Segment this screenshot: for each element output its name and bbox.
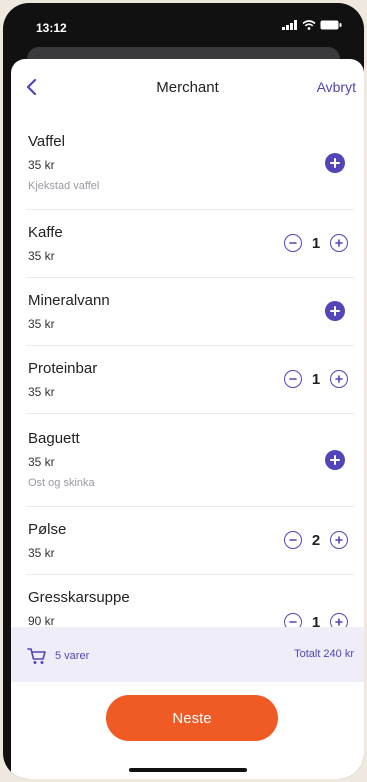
status-bar: 13:12 bbox=[3, 3, 364, 47]
cancel-button[interactable]: Avbryt bbox=[317, 79, 356, 95]
cart-icon bbox=[27, 648, 46, 664]
cart-summary-bar: 5 varer Totalt 240 kr bbox=[11, 627, 364, 682]
plus-icon bbox=[335, 239, 343, 247]
item-name: Mineralvann bbox=[28, 292, 110, 309]
quantity-value: 2 bbox=[311, 531, 321, 549]
cart-item-count: 5 varer bbox=[55, 650, 90, 662]
quantity-value: 1 bbox=[311, 370, 321, 388]
plus-icon bbox=[330, 158, 340, 168]
list-item: Gresskarsuppe 90 kr 1 bbox=[26, 575, 354, 627]
list-item: Pølse 35 kr 2 bbox=[26, 507, 354, 575]
product-list[interactable]: Vaffel 35 kr Kjekstad vaffel Kaffe 35 kr… bbox=[11, 117, 364, 627]
item-description: Ost og skinka bbox=[28, 477, 95, 489]
minus-icon bbox=[289, 378, 297, 380]
battery-icon bbox=[320, 20, 342, 30]
phone-frame: 13:12 Merchant Avbryt Vaffel 35 kr Kjeks… bbox=[3, 3, 364, 779]
wifi-icon bbox=[302, 20, 316, 30]
item-name: Baguett bbox=[28, 430, 80, 447]
item-price: 35 kr bbox=[28, 317, 55, 331]
cart-button[interactable]: 5 varer bbox=[27, 647, 89, 665]
item-price: 35 kr bbox=[28, 249, 55, 263]
decrease-button[interactable] bbox=[284, 234, 302, 252]
plus-icon bbox=[335, 375, 343, 383]
quantity-value: 1 bbox=[311, 234, 321, 252]
status-icons bbox=[282, 20, 342, 30]
decrease-button[interactable] bbox=[284, 531, 302, 549]
add-button[interactable] bbox=[325, 450, 345, 470]
status-time: 13:12 bbox=[36, 21, 67, 35]
list-item: Proteinbar 35 kr 1 bbox=[26, 346, 354, 414]
list-item: Baguett 35 kr Ost og skinka bbox=[26, 414, 354, 507]
minus-icon bbox=[289, 242, 297, 244]
item-price: 35 kr bbox=[28, 385, 55, 399]
item-description: Kjekstad vaffel bbox=[28, 180, 100, 192]
list-item: Kaffe 35 kr 1 bbox=[26, 210, 354, 278]
increase-button[interactable] bbox=[330, 370, 348, 388]
list-item: Vaffel 35 kr Kjekstad vaffel bbox=[26, 117, 354, 210]
page-title: Merchant bbox=[156, 79, 219, 96]
add-button[interactable] bbox=[325, 153, 345, 173]
quantity-stepper: 2 bbox=[284, 531, 348, 549]
item-price: 90 kr bbox=[28, 614, 55, 627]
increase-button[interactable] bbox=[330, 613, 348, 627]
item-name: Pølse bbox=[28, 521, 67, 538]
next-button[interactable]: Neste bbox=[106, 695, 278, 741]
decrease-button[interactable] bbox=[284, 370, 302, 388]
cart-total: Totalt 240 kr bbox=[294, 648, 354, 660]
item-name: Vaffel bbox=[28, 133, 65, 150]
nav-bar: Merchant Avbryt bbox=[11, 59, 364, 117]
item-price: 35 kr bbox=[28, 158, 55, 172]
plus-icon bbox=[335, 536, 343, 544]
order-sheet: Merchant Avbryt Vaffel 35 kr Kjekstad va… bbox=[11, 59, 364, 779]
increase-button[interactable] bbox=[330, 531, 348, 549]
list-item: Mineralvann 35 kr bbox=[26, 278, 354, 346]
item-name: Gresskarsuppe bbox=[28, 589, 130, 606]
plus-icon bbox=[330, 455, 340, 465]
quantity-value: 1 bbox=[311, 613, 321, 628]
quantity-stepper: 1 bbox=[284, 613, 348, 627]
item-name: Proteinbar bbox=[28, 360, 98, 377]
minus-icon bbox=[289, 539, 297, 541]
plus-icon bbox=[330, 306, 340, 316]
plus-icon bbox=[335, 618, 343, 626]
increase-button[interactable] bbox=[330, 234, 348, 252]
minus-icon bbox=[289, 621, 297, 623]
quantity-stepper: 1 bbox=[284, 370, 348, 388]
item-name: Kaffe bbox=[28, 224, 63, 241]
home-indicator bbox=[129, 768, 247, 772]
signal-icon bbox=[282, 20, 297, 30]
decrease-button[interactable] bbox=[284, 613, 302, 627]
item-price: 35 kr bbox=[28, 455, 55, 469]
quantity-stepper: 1 bbox=[284, 234, 348, 252]
item-price: 35 kr bbox=[28, 546, 55, 560]
add-button[interactable] bbox=[325, 301, 345, 321]
